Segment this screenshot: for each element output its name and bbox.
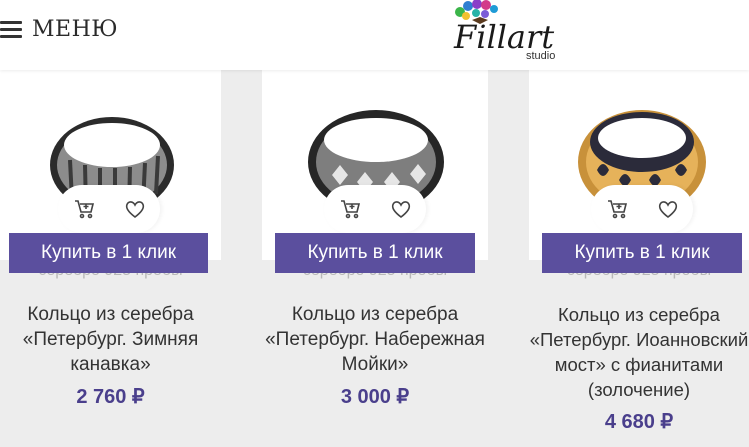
menu-icon[interactable] — [0, 19, 22, 39]
product-card[interactable]: серебро 925 пробы Купить в 1 клик Кольцо… — [262, 70, 488, 447]
buy-one-click-button[interactable]: Купить в 1 клик — [9, 233, 208, 273]
product-name[interactable]: Кольцо из серебра «Петербург. Иоанновски… — [529, 302, 749, 402]
product-actions — [324, 185, 426, 233]
product-price: 4 680 ₽ — [604, 411, 674, 433]
product-actions — [591, 185, 693, 233]
cart-icon[interactable] — [604, 196, 630, 222]
site-header: МЕНЮ Fillart studio — [0, 0, 749, 70]
buy-one-click-button[interactable]: Купить в 1 клик — [542, 233, 742, 273]
logo-subtitle: studio — [526, 50, 556, 62]
heart-icon[interactable] — [655, 196, 681, 222]
product-actions — [58, 185, 160, 233]
cart-icon[interactable] — [71, 196, 97, 222]
product-name[interactable]: Кольцо из серебра «Петербург. Зимняя кан… — [0, 302, 221, 377]
menu-label: МЕНЮ — [32, 16, 119, 42]
product-card[interactable]: серебро 925 пробы Купить в 1 клик Кольцо… — [529, 70, 749, 447]
product-name[interactable]: Кольцо из серебра «Петербург. Набережная… — [262, 302, 488, 377]
product-card[interactable]: серебро 925 пробы Купить в 1 клик Кольцо… — [0, 70, 226, 447]
buy-one-click-button[interactable]: Купить в 1 клик — [275, 233, 475, 273]
heart-icon[interactable] — [122, 196, 148, 222]
menu-button[interactable]: МЕНЮ — [0, 14, 118, 44]
site-logo[interactable]: Fillart studio — [446, 0, 570, 66]
cart-icon[interactable] — [337, 196, 363, 222]
product-price: 2 760 ₽ — [76, 386, 145, 408]
heart-icon[interactable] — [388, 196, 414, 222]
product-price: 3 000 ₽ — [340, 386, 410, 408]
